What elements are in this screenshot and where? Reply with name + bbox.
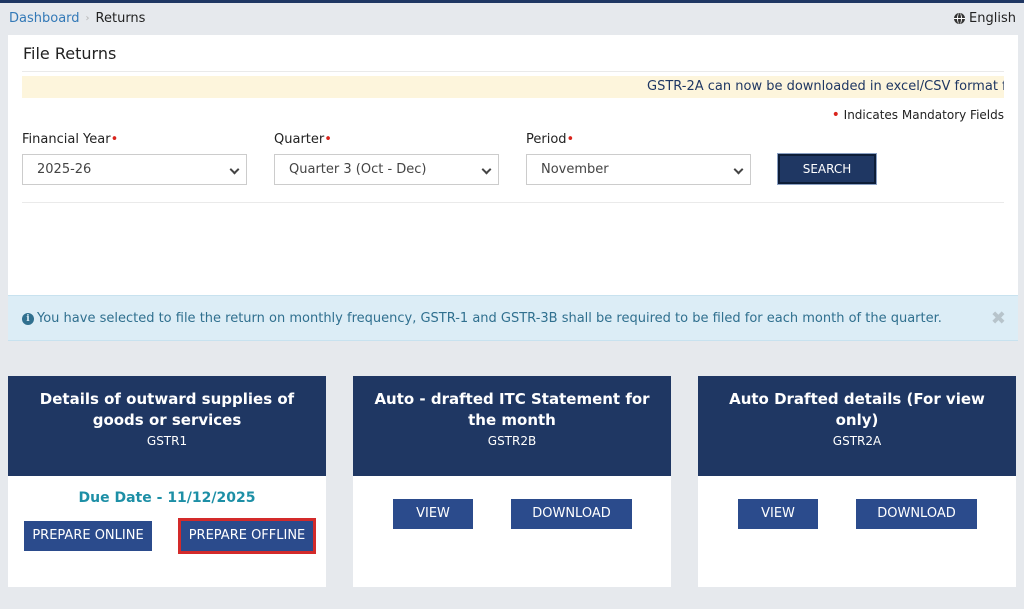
breadcrumb-current: Returns <box>95 11 146 26</box>
card-header: Auto Drafted details (For view only) GST… <box>698 376 1016 476</box>
due-date-value: 11/12/2025 <box>167 490 256 506</box>
gstr2a-view-button[interactable]: VIEW <box>738 499 818 529</box>
prepare-online-button[interactable]: PREPARE ONLINE <box>24 521 152 551</box>
top-bar <box>0 0 1024 3</box>
due-date: Due Date - 11/12/2025 <box>8 490 326 506</box>
card-code: GSTR2A <box>832 434 882 448</box>
period-value: November <box>541 162 609 177</box>
required-dot-icon: • <box>110 132 119 147</box>
divider <box>22 71 1004 72</box>
close-icon[interactable]: ✖ <box>991 308 1006 329</box>
period-label-text: Period <box>526 132 567 147</box>
card-title: Auto - drafted ITC Statement for the mon… <box>374 390 650 429</box>
chevron-down-icon <box>229 164 240 175</box>
required-dot-icon: • <box>324 132 332 147</box>
quarter-value: Quarter 3 (Oct - Dec) <box>289 162 427 177</box>
news-marquee: GSTR-2A can now be downloaded in excel/C… <box>22 76 1004 98</box>
card-code: GSTR1 <box>146 434 188 448</box>
gstr2b-view-button[interactable]: VIEW <box>393 499 473 529</box>
breadcrumb: Dashboard › Returns <box>9 11 145 26</box>
mandatory-note-text: Indicates Mandatory Fields <box>843 108 1004 122</box>
marquee-text: GSTR-2A can now be downloaded in excel/C… <box>647 79 1004 94</box>
financial-year-value: 2025-26 <box>37 162 92 177</box>
file-returns-panel: File Returns GSTR-2A can now be download… <box>8 35 1018 295</box>
divider <box>22 202 1004 203</box>
card-code: GSTR2B <box>487 434 537 448</box>
info-icon: i <box>22 313 34 325</box>
gstr2b-download-button[interactable]: DOWNLOAD <box>511 499 632 529</box>
breadcrumb-dashboard-link[interactable]: Dashboard <box>9 11 80 26</box>
breadcrumb-separator-icon: › <box>85 13 90 24</box>
due-date-label: Due Date - <box>78 490 163 506</box>
chevron-down-icon <box>481 164 492 175</box>
info-alert: i You have selected to file the return o… <box>8 295 1018 341</box>
financial-year-label-text: Financial Year <box>22 132 111 147</box>
gstr2a-download-button[interactable]: DOWNLOAD <box>856 499 977 529</box>
mandatory-note: • Indicates Mandatory Fields <box>832 107 1004 123</box>
language-label: English <box>969 11 1016 26</box>
search-button[interactable]: SEARCH <box>777 153 877 185</box>
card-gstr2b: Auto - drafted ITC Statement for the mon… <box>353 376 671 587</box>
language-selector[interactable]: English <box>954 11 1016 26</box>
financial-year-label: Financial Year• <box>22 132 118 147</box>
period-select[interactable]: November <box>526 154 751 185</box>
quarter-label-text: Quarter <box>274 132 325 147</box>
quarter-label: Quarter• <box>274 132 332 147</box>
period-label: Period• <box>526 132 574 147</box>
financial-year-select[interactable]: 2025-26 <box>22 154 247 185</box>
required-dot-icon: • <box>566 132 575 147</box>
globe-icon <box>954 13 966 24</box>
card-header: Details of outward supplies of goods or … <box>8 376 326 476</box>
info-message: You have selected to file the return on … <box>37 311 942 326</box>
card-title: Auto Drafted details (For view only) <box>729 390 985 429</box>
quarter-select[interactable]: Quarter 3 (Oct - Dec) <box>274 154 499 185</box>
required-dot-icon: • <box>831 107 840 123</box>
chevron-down-icon <box>733 164 744 175</box>
card-title: Details of outward supplies of goods or … <box>39 390 295 429</box>
card-header: Auto - drafted ITC Statement for the mon… <box>353 376 671 476</box>
card-gstr2a: Auto Drafted details (For view only) GST… <box>698 376 1016 587</box>
prepare-offline-button[interactable]: PREPARE OFFLINE <box>178 518 316 554</box>
card-gstr1: Details of outward supplies of goods or … <box>8 376 326 587</box>
page-title: File Returns <box>23 44 117 63</box>
